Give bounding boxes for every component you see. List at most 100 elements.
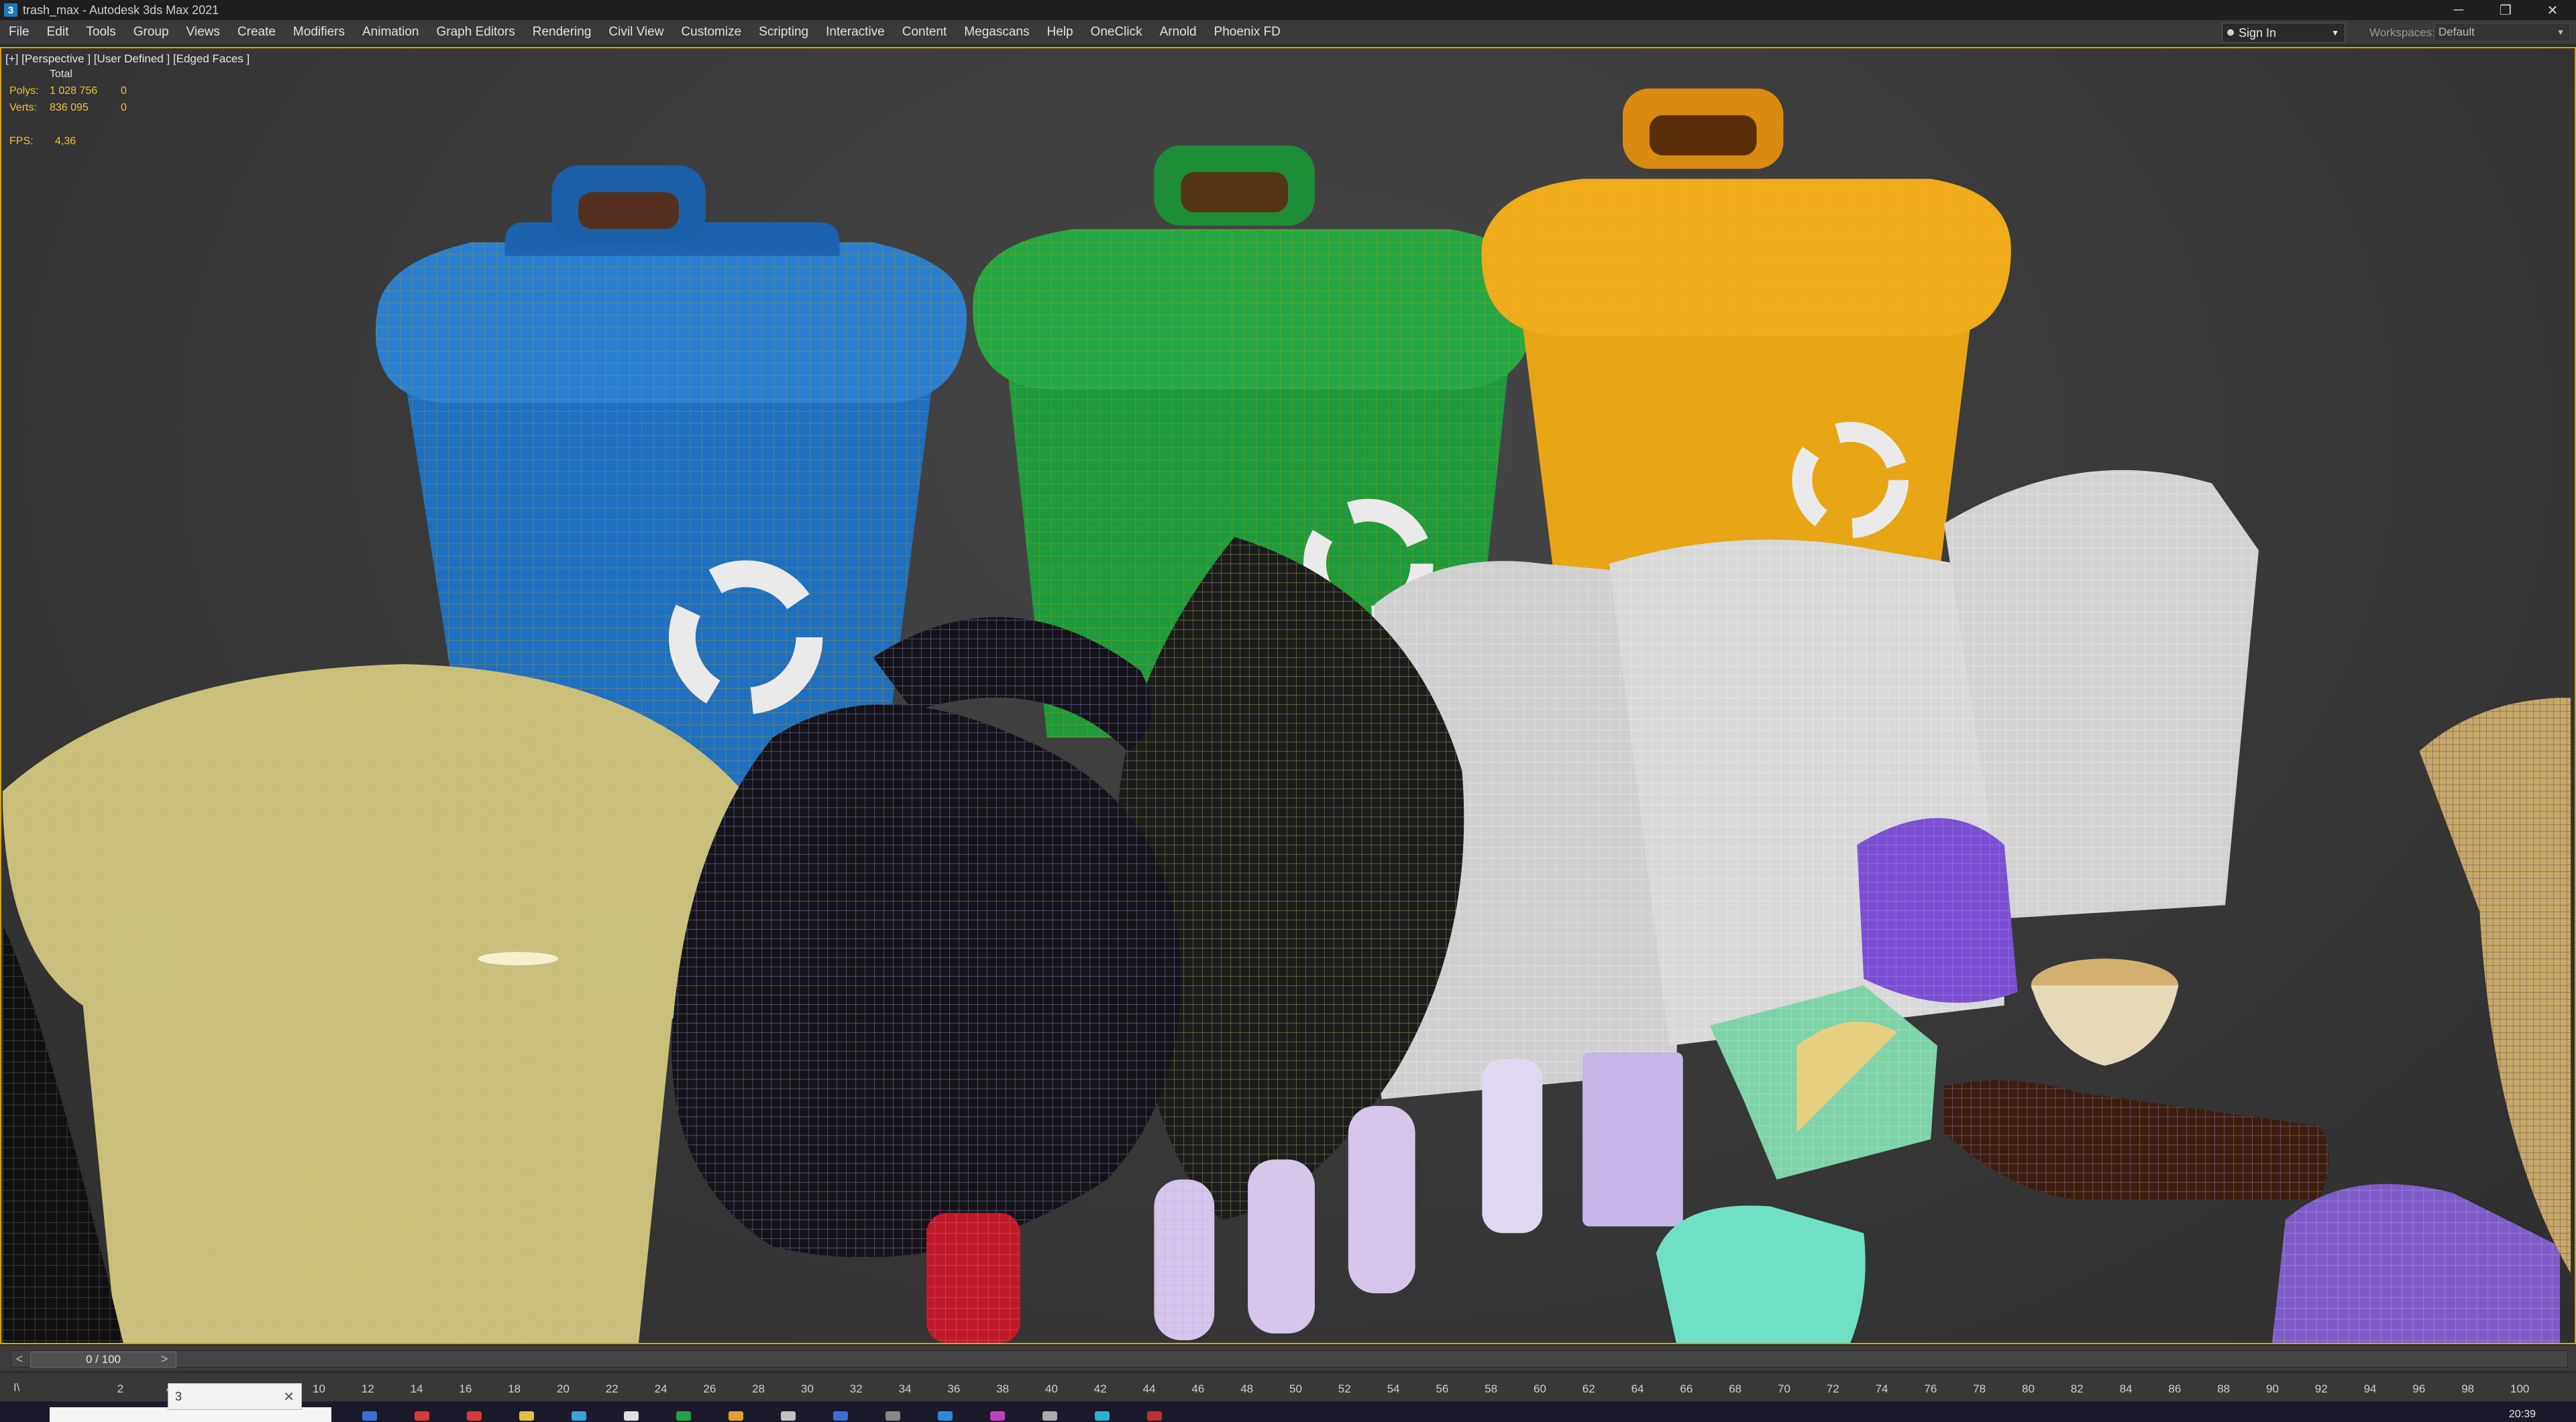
taskbar-window-thumbnail[interactable]: 3 ✕ — [168, 1383, 302, 1410]
menu-arnold[interactable]: Arnold — [1151, 25, 1205, 40]
taskbar-app-icon[interactable] — [572, 1411, 586, 1421]
taskbar-app-icon[interactable] — [362, 1411, 377, 1421]
window-controls: ─ ❐ ✕ — [2435, 0, 2576, 20]
close-icon[interactable]: ✕ — [283, 1388, 294, 1405]
crumpled-magazine[interactable] — [2271, 1184, 2561, 1343]
menu-views[interactable]: Views — [178, 25, 229, 40]
track-bar-tick-label: 36 — [947, 1382, 961, 1395]
menu-customize[interactable]: Customize — [672, 25, 750, 40]
brown-bottle[interactable] — [1943, 1080, 2329, 1200]
taskbar-app-icon[interactable] — [729, 1411, 743, 1421]
track-bar-tick-label: 16 — [459, 1382, 472, 1395]
workspaces-select[interactable]: Default ▼ — [2434, 23, 2571, 42]
menu-content[interactable]: Content — [894, 25, 956, 40]
track-bar-tick-label: 54 — [1387, 1382, 1400, 1395]
menu-help[interactable]: Help — [1038, 25, 1081, 40]
3dsmax-app-icon[interactable]: 3 — [4, 3, 17, 17]
track-bar-tick-label: 94 — [2363, 1382, 2377, 1395]
track-bar-tick-label: 40 — [1045, 1382, 1058, 1395]
teal-container[interactable] — [1656, 1205, 1866, 1343]
menu-scripting[interactable]: Scripting — [750, 25, 817, 40]
menu-modifiers[interactable]: Modifiers — [284, 25, 354, 40]
close-button[interactable]: ✕ — [2529, 0, 2576, 20]
track-bar-tick-label: 58 — [1485, 1382, 1498, 1395]
next-frame-button[interactable]: > — [156, 1351, 172, 1367]
taskbar-app-icon[interactable] — [1042, 1411, 1057, 1421]
chevron-down-icon: ▼ — [2557, 28, 2565, 37]
menu-phoenix-fd[interactable]: Phoenix FD — [1205, 25, 1289, 40]
track-bar-tick-label: 90 — [2266, 1382, 2279, 1395]
taskbar-app-icon[interactable] — [1095, 1411, 1110, 1421]
time-slider-thumb[interactable]: 0 / 100 — [30, 1352, 176, 1368]
track-bar-tick-label: 42 — [1093, 1382, 1107, 1395]
sign-in-dropdown[interactable]: ☻ Sign In ▼ — [2222, 23, 2345, 43]
menu-interactive[interactable]: Interactive — [817, 25, 894, 40]
taskbar-app-icon[interactable] — [676, 1411, 691, 1421]
track-bar-tick-label: 44 — [1142, 1382, 1156, 1395]
track-bar-tick-label: 92 — [2314, 1382, 2328, 1395]
menu-civil-view[interactable]: Civil View — [600, 25, 672, 40]
minimize-button[interactable]: ─ — [2435, 0, 2482, 20]
toilet[interactable] — [2, 664, 780, 1343]
workspaces-label: Workspaces: — [2369, 26, 2435, 39]
track-bar-tick-label: 12 — [361, 1382, 374, 1395]
menu-oneclick[interactable]: OneClick — [1082, 25, 1151, 40]
track-bar-tick-label: 46 — [1191, 1382, 1205, 1395]
prev-frame-button[interactable]: < — [11, 1351, 28, 1367]
menu-edit[interactable]: Edit — [38, 25, 78, 40]
menu-bar: File Edit Tools Group Views Create Modif… — [0, 20, 2576, 45]
menu-megascans[interactable]: Megascans — [955, 25, 1038, 40]
time-slider-track[interactable]: < 0 / 100 > — [11, 1350, 2568, 1368]
track-bar-tick-label: 72 — [1826, 1382, 1839, 1395]
track-bar-tick-label: 26 — [703, 1382, 716, 1395]
key-filter-icon[interactable]: I\ — [13, 1381, 19, 1394]
menu-group[interactable]: Group — [125, 25, 178, 40]
menu-rendering[interactable]: Rendering — [524, 25, 600, 40]
bowl[interactable] — [2031, 959, 2179, 1066]
track-bar-tick-label: 66 — [1680, 1382, 1693, 1395]
wooden-barrel-edge[interactable] — [2419, 697, 2571, 1274]
track-bar[interactable]: I\ 2468101214161820222426283032343638404… — [0, 1372, 2576, 1401]
track-bar-tick-label: 30 — [801, 1382, 814, 1395]
stats-verts-selected: 0 — [121, 102, 127, 113]
taskbar-app-icon[interactable] — [1147, 1411, 1162, 1421]
window-title: trash_max - Autodesk 3ds Max 2021 — [23, 3, 219, 17]
taskbar-clock[interactable]: 20:39 — [2509, 1409, 2536, 1421]
track-bar-tick-label: 70 — [1778, 1382, 1790, 1395]
track-bar-tick-label: 38 — [996, 1382, 1010, 1395]
menu-file[interactable]: File — [0, 25, 38, 40]
taskbar-app-icon[interactable] — [833, 1411, 848, 1421]
purple-plastic-bag[interactable] — [1857, 818, 2018, 1003]
track-bar-tick-label: 84 — [2119, 1382, 2133, 1395]
taskbar-app-icon[interactable] — [467, 1411, 482, 1421]
menu-create[interactable]: Create — [229, 25, 284, 40]
taskbar-app-icon[interactable] — [624, 1411, 639, 1421]
taskbar-app-icon[interactable] — [415, 1411, 429, 1421]
stats-fps-value: 4,36 — [55, 135, 76, 147]
stats-polys-total: 1 028 756 — [50, 85, 98, 97]
track-bar-tick-label: 78 — [1973, 1382, 1986, 1395]
taskbar-app-icon[interactable] — [938, 1411, 953, 1421]
track-bar-tick-label: 52 — [1338, 1382, 1351, 1395]
taskbar-app-icon[interactable] — [781, 1411, 796, 1421]
track-bar-tick-label: 14 — [410, 1382, 423, 1395]
perspective-viewport[interactable]: [+] [Perspective ] [User Defined ] [Edge… — [0, 47, 2576, 1344]
stats-polys-selected: 0 — [121, 85, 127, 97]
menu-animation[interactable]: Animation — [354, 25, 428, 40]
track-bar-tick-label: 64 — [1631, 1382, 1644, 1395]
taskbar-app-icon[interactable] — [519, 1411, 534, 1421]
track-bar-tick-label: 34 — [898, 1382, 912, 1395]
track-bar-tick-label: 98 — [2461, 1382, 2475, 1395]
workspaces-value: Default — [2438, 25, 2475, 38]
taskbar-app-icon[interactable] — [885, 1411, 900, 1421]
scene-render — [2, 88, 2571, 1343]
stats-fps-label: FPS: — [9, 135, 34, 147]
menu-tools[interactable]: Tools — [77, 25, 124, 40]
menu-graph-editors[interactable]: Graph Editors — [428, 25, 524, 40]
viewport-label[interactable]: [+] [Perspective ] [User Defined ] [Edge… — [5, 52, 250, 66]
stats-verts-total: 836 095 — [50, 102, 89, 113]
taskbar-app-icon[interactable] — [990, 1411, 1005, 1421]
restore-button[interactable]: ❐ — [2482, 0, 2529, 20]
track-bar-tick-label: 28 — [752, 1382, 765, 1395]
track-bar-tick-label: 62 — [1582, 1382, 1595, 1395]
